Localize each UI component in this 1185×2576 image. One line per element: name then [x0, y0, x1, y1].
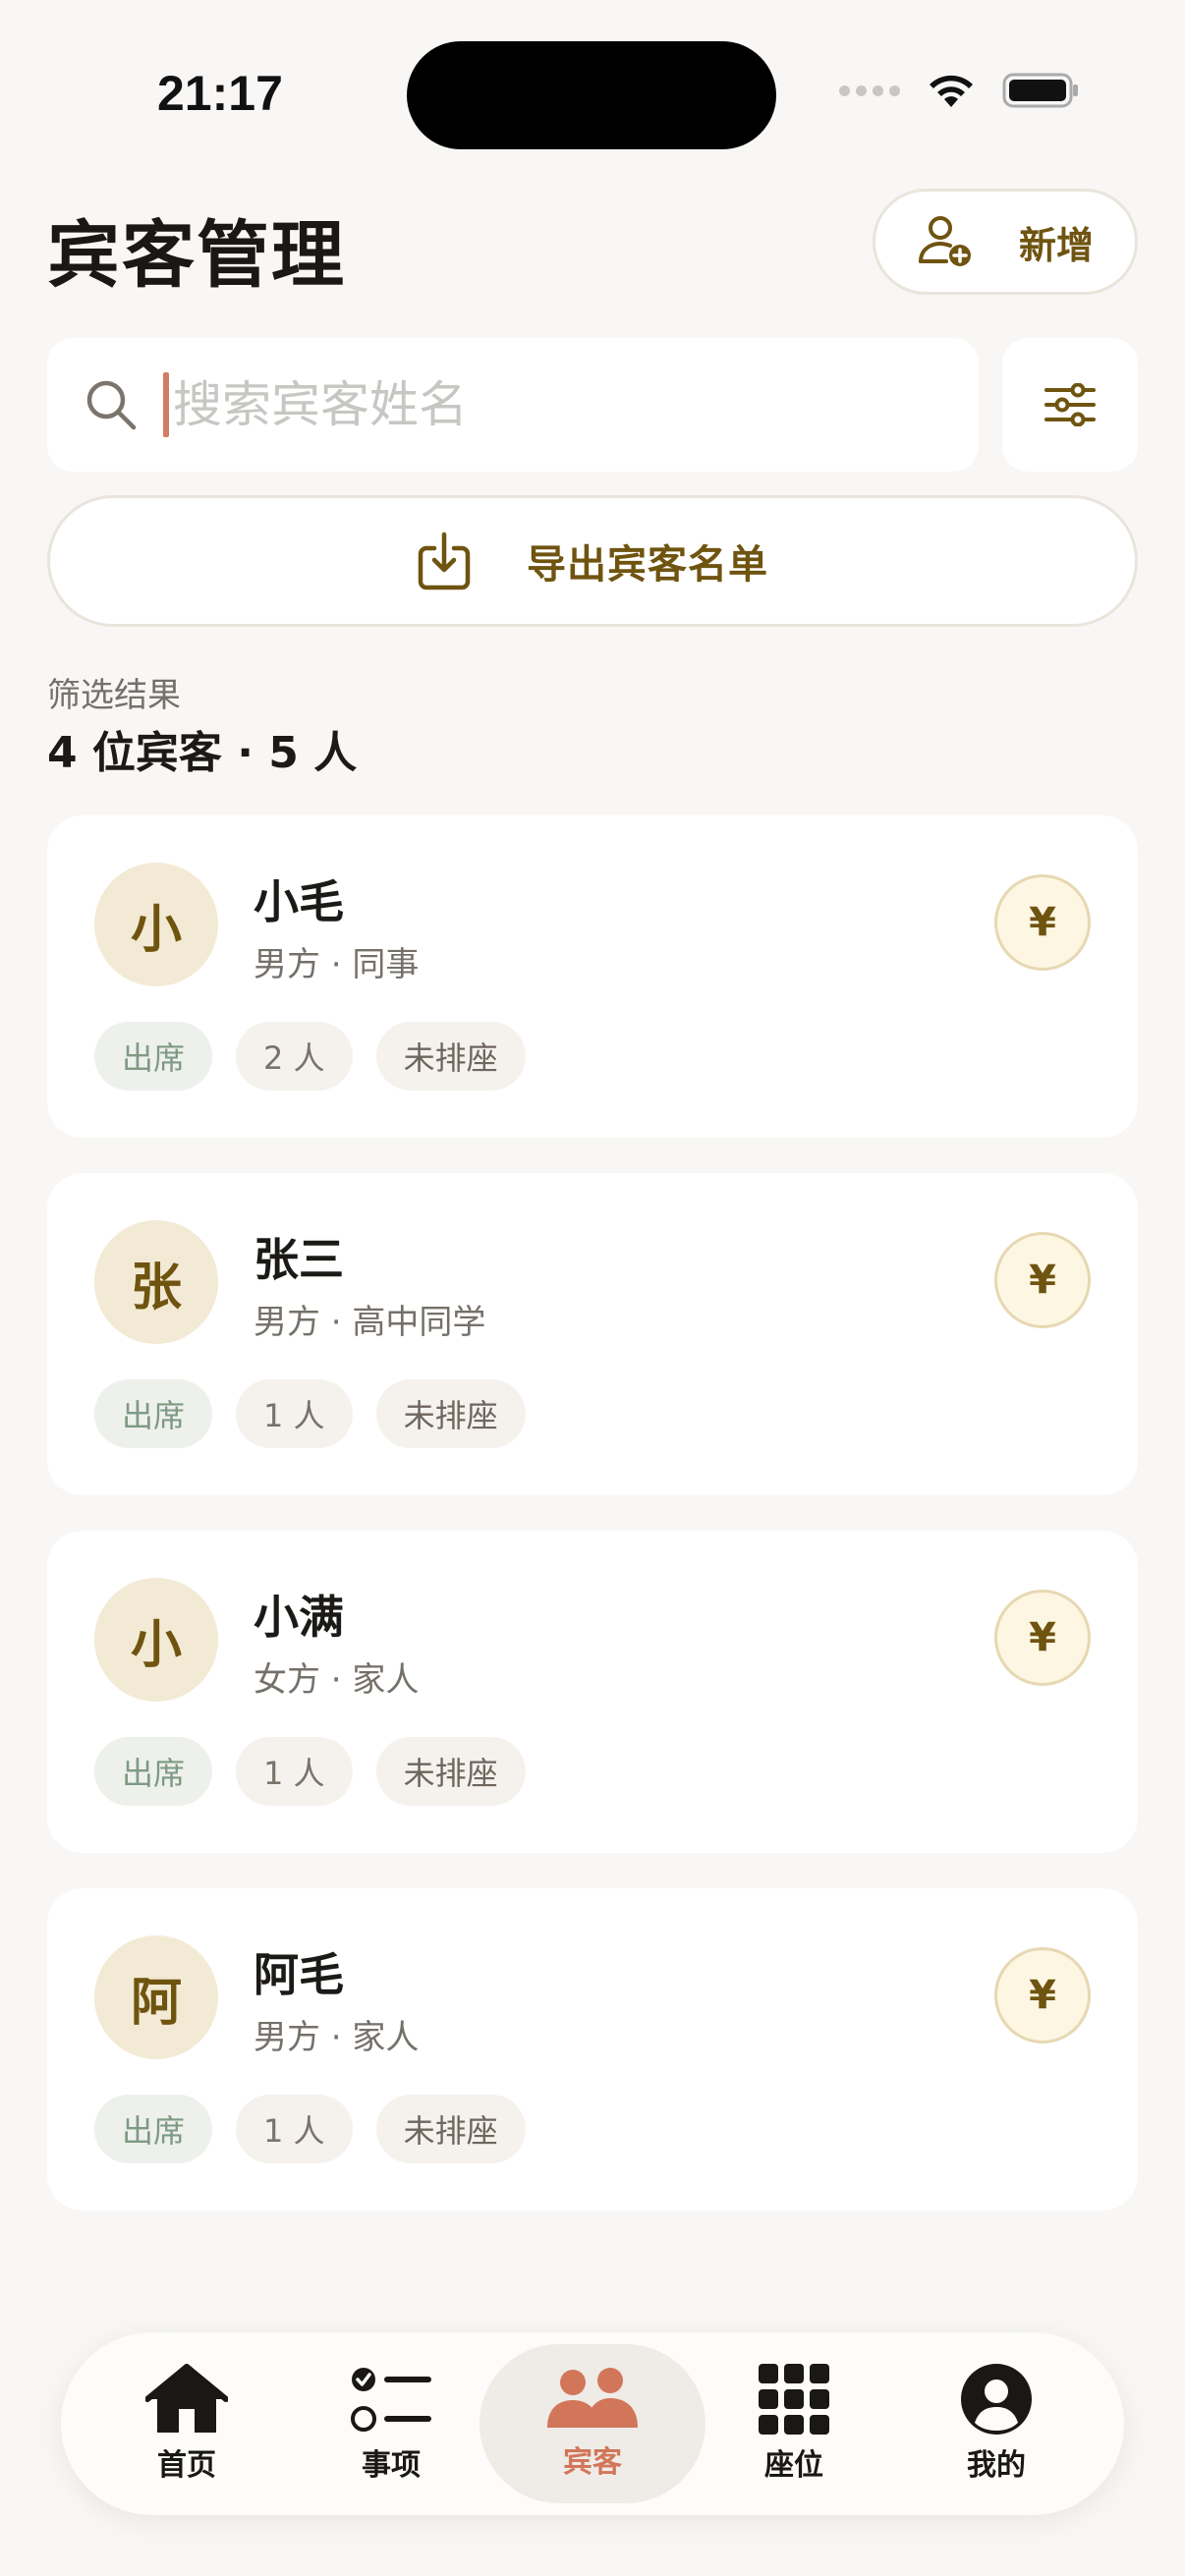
- add-user-icon: [918, 216, 971, 266]
- nav-seating[interactable]: 座位: [696, 2344, 892, 2503]
- guest-tags: 出席 1 人 未排座: [94, 1379, 526, 1448]
- gift-money-button[interactable]: ¥: [994, 874, 1091, 971]
- export-label: 导出宾客名单: [527, 542, 768, 588]
- guest-tags: 出席 2 人 未排座: [94, 1022, 526, 1091]
- attendance-tag: 出席: [94, 1737, 213, 1806]
- avatar: 小: [94, 1578, 218, 1702]
- filter-button[interactable]: [1002, 338, 1138, 472]
- attendance-tag: 出席: [94, 1379, 213, 1448]
- sliders-icon: [1044, 383, 1096, 426]
- bottom-nav: 首页 事项 宾客 座位 我的: [61, 2332, 1124, 2515]
- nav-tasks[interactable]: 事项: [293, 2344, 489, 2503]
- avatar: 张: [94, 1220, 218, 1344]
- headcount-tag: 1 人: [236, 1379, 353, 1448]
- guest-name: 张三: [254, 1233, 344, 1286]
- status-icons: [839, 71, 1081, 110]
- headcount-tag: 1 人: [236, 1737, 353, 1806]
- nav-label: 首页: [157, 2448, 216, 2483]
- seat-tag: 未排座: [375, 2095, 526, 2163]
- guest-meta: 男方 · 同事: [254, 945, 420, 984]
- guests-icon: [547, 2368, 638, 2428]
- guest-tags: 出席 1 人 未排座: [94, 2095, 526, 2163]
- wifi-icon: [930, 75, 973, 107]
- nav-profile[interactable]: 我的: [898, 2344, 1095, 2503]
- search-icon: [86, 380, 137, 430]
- seat-tag: 未排座: [375, 1737, 526, 1806]
- guest-meta: 男方 · 高中同学: [254, 1303, 486, 1342]
- nav-label: 我的: [967, 2448, 1026, 2483]
- checklist-icon: [351, 2368, 431, 2432]
- guest-meta: 男方 · 家人: [254, 2018, 420, 2057]
- download-icon: [418, 532, 471, 590]
- nav-label: 座位: [764, 2448, 823, 2483]
- search-box[interactable]: [47, 338, 979, 472]
- home-icon: [145, 2364, 228, 2433]
- nav-home[interactable]: 首页: [88, 2344, 285, 2503]
- guest-card[interactable]: 张 张三 男方 · 高中同学 ¥ 出席 1 人 未排座: [47, 1173, 1138, 1495]
- attendance-tag: 出席: [94, 2095, 213, 2163]
- add-guest-label: 新增: [1018, 223, 1094, 267]
- headcount-tag: 2 人: [236, 1022, 353, 1091]
- seat-tag: 未排座: [375, 1022, 526, 1091]
- signal-icon: [839, 84, 900, 96]
- nav-label: 事项: [362, 2448, 421, 2483]
- guest-name: 阿毛: [254, 1948, 344, 2001]
- profile-icon: [961, 2364, 1032, 2435]
- page-title: 宾客管理: [47, 213, 346, 298]
- guest-card[interactable]: 阿 阿毛 男方 · 家人 ¥ 出席 1 人 未排座: [47, 1888, 1138, 2211]
- gift-money-button[interactable]: ¥: [994, 1590, 1091, 1686]
- guest-card[interactable]: 小 小毛 男方 · 同事 ¥ 出席 2 人 未排座: [47, 815, 1138, 1138]
- attendance-tag: 出席: [94, 1022, 213, 1091]
- gift-money-button[interactable]: ¥: [994, 1947, 1091, 2044]
- text-caret: [163, 372, 169, 437]
- grid-icon: [759, 2364, 829, 2435]
- seat-tag: 未排座: [375, 1379, 526, 1448]
- avatar: 小: [94, 863, 218, 986]
- guest-card[interactable]: 小 小满 女方 · 家人 ¥ 出席 1 人 未排座: [47, 1531, 1138, 1853]
- results-count: 4 位宾客 · 5 人: [47, 728, 358, 778]
- export-guest-list-button[interactable]: 导出宾客名单: [47, 495, 1138, 627]
- avatar: 阿: [94, 1935, 218, 2059]
- add-guest-button[interactable]: 新增: [873, 189, 1138, 295]
- nav-label: 宾客: [563, 2445, 622, 2480]
- gift-money-button[interactable]: ¥: [994, 1232, 1091, 1328]
- guest-tags: 出席 1 人 未排座: [94, 1737, 526, 1806]
- status-time: 21:17: [157, 66, 283, 121]
- dynamic-island: [407, 41, 776, 149]
- results-caption: 筛选结果: [47, 676, 181, 715]
- battery-icon: [1002, 73, 1078, 108]
- nav-guests[interactable]: 宾客: [480, 2344, 705, 2503]
- guest-name: 小毛: [254, 875, 344, 928]
- search-input[interactable]: [173, 376, 920, 433]
- headcount-tag: 1 人: [236, 2095, 353, 2163]
- guest-name: 小满: [254, 1591, 344, 1644]
- guest-meta: 女方 · 家人: [254, 1660, 420, 1700]
